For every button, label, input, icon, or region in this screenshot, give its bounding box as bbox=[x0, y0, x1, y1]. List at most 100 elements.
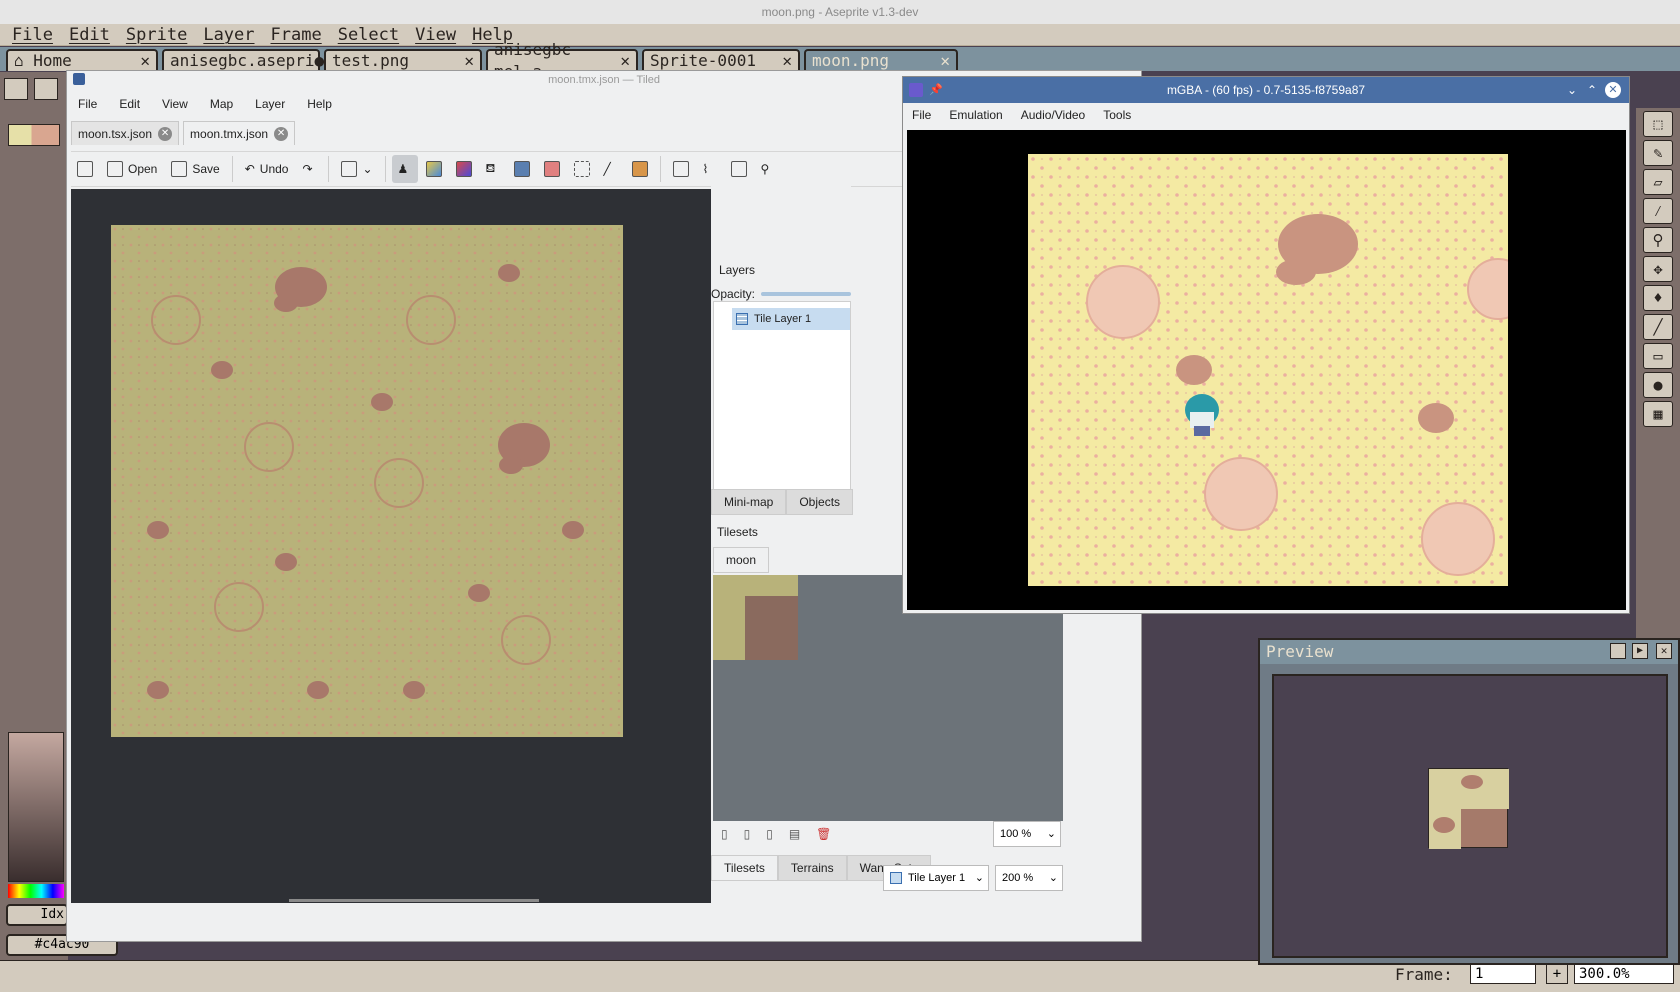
close-icon[interactable]: ✕ bbox=[464, 50, 474, 72]
select-same-tile-tool[interactable] bbox=[626, 155, 654, 183]
pin-icon[interactable]: 📌 bbox=[929, 77, 943, 103]
close-icon[interactable]: ✕ bbox=[1656, 643, 1672, 659]
tileset-image[interactable] bbox=[713, 575, 798, 660]
close-icon[interactable]: ✕ bbox=[940, 50, 950, 72]
close-icon[interactable]: ✕ bbox=[158, 126, 173, 141]
modified-dot-icon[interactable]: ● bbox=[315, 50, 325, 72]
palette-swatches[interactable] bbox=[8, 124, 60, 146]
eyedropper-tool-icon[interactable]: ⁄ bbox=[1643, 198, 1673, 224]
tab-minimap[interactable]: Mini-map bbox=[711, 489, 787, 515]
open-button[interactable]: Open bbox=[101, 155, 163, 183]
close-icon[interactable]: ✕ bbox=[620, 50, 630, 72]
pencil-tool-icon[interactable]: ✎ bbox=[1643, 140, 1673, 166]
tab-moon-tsx[interactable]: moon.tsx.json ✕ bbox=[71, 121, 180, 145]
rectangle-tool-icon[interactable]: ▭ bbox=[1643, 343, 1673, 369]
game-display[interactable] bbox=[1028, 154, 1508, 586]
color-picker[interactable] bbox=[8, 732, 64, 882]
fill-tool-icon[interactable]: ♦ bbox=[1643, 285, 1673, 311]
tileset-zoom-select[interactable]: 100 % ⌄ bbox=[993, 821, 1061, 847]
menu-audio-video[interactable]: Audio/Video bbox=[1012, 103, 1095, 127]
menu-map[interactable]: Map bbox=[199, 93, 244, 115]
new-button[interactable] bbox=[71, 155, 99, 183]
close-icon[interactable]: ✕ bbox=[782, 50, 792, 72]
tab-anisegbc-mel[interactable]: anisegbc-mel.a✕ bbox=[486, 40, 638, 81]
add-frame-button[interactable]: + bbox=[1546, 964, 1568, 984]
layer-row[interactable]: Tile Layer 1 bbox=[732, 308, 850, 330]
export-tileset-icon[interactable]: ▯ bbox=[766, 827, 773, 841]
tab-moon[interactable]: moon.png ✕ bbox=[804, 49, 958, 71]
insert-rectangle-tool[interactable] bbox=[725, 155, 753, 183]
menu-layer[interactable]: Layer bbox=[244, 93, 296, 115]
close-icon[interactable]: ✕ bbox=[140, 50, 150, 72]
menu-layer[interactable]: Layer bbox=[195, 24, 262, 45]
menu-edit[interactable]: Edit bbox=[61, 24, 118, 45]
blur-tool-icon[interactable]: ▦ bbox=[1643, 401, 1673, 427]
close-icon[interactable]: ✕ bbox=[1605, 82, 1621, 98]
insert-point-tool[interactable]: ⚲ bbox=[755, 155, 781, 183]
menu-file[interactable]: File bbox=[4, 24, 61, 45]
wang-brush-tool[interactable] bbox=[450, 155, 478, 183]
menu-emulation[interactable]: Emulation bbox=[940, 103, 1011, 127]
stamp-brush-tool[interactable]: ♟ bbox=[391, 155, 418, 183]
current-layer-select[interactable]: Tile Layer 1 ⌄ bbox=[883, 865, 989, 891]
minimize-icon[interactable]: ⌄ bbox=[1567, 77, 1577, 103]
lock-icon[interactable] bbox=[4, 78, 28, 100]
menu-select[interactable]: Select bbox=[330, 24, 407, 45]
embed-tileset-icon[interactable]: ▯ bbox=[744, 827, 751, 841]
menu-edit[interactable]: Edit bbox=[108, 93, 151, 115]
opacity-slider[interactable] bbox=[761, 292, 851, 296]
close-icon[interactable]: ✕ bbox=[274, 126, 289, 141]
menu-tools[interactable]: Tools bbox=[1094, 103, 1140, 127]
contour-tool-icon[interactable]: ● bbox=[1643, 372, 1673, 398]
move-tool-icon[interactable]: ✥ bbox=[1643, 256, 1673, 282]
tab-sprite-0001[interactable]: Sprite-0001 ✕ bbox=[642, 49, 800, 71]
shape-fill-tool[interactable] bbox=[508, 155, 536, 183]
tileset-properties-icon[interactable]: ▤ bbox=[789, 827, 800, 841]
map-zoom-select[interactable]: 200 % ⌄ bbox=[995, 865, 1063, 891]
terrain-brush-tool[interactable] bbox=[420, 155, 448, 183]
tab-test[interactable]: test.png ✕ bbox=[324, 49, 482, 71]
hue-slider[interactable] bbox=[8, 884, 64, 898]
redo-button[interactable]: ↷ bbox=[296, 155, 322, 183]
tab-anisegbc[interactable]: anisegbc.asepri ● bbox=[162, 49, 324, 71]
emulator-screen[interactable] bbox=[907, 130, 1626, 610]
frame-input[interactable]: 1 bbox=[1470, 964, 1536, 984]
undo-button[interactable]: ↶ Undo bbox=[239, 155, 295, 183]
download-icon[interactable] bbox=[34, 78, 58, 100]
edit-polygons-tool[interactable]: ⌇ bbox=[697, 155, 723, 183]
save-button[interactable]: Save bbox=[165, 155, 225, 183]
magic-wand-tool[interactable]: ╱ bbox=[598, 155, 624, 183]
zoom-field[interactable]: 300.0% bbox=[1574, 964, 1674, 984]
menu-frame[interactable]: Frame bbox=[263, 24, 330, 45]
tab-tilesets[interactable]: Tilesets bbox=[711, 855, 778, 881]
menu-file[interactable]: File bbox=[903, 103, 940, 127]
select-objects-tool[interactable] bbox=[667, 155, 695, 183]
tab-moon-tileset[interactable]: moon bbox=[713, 547, 770, 573]
tile-map-canvas[interactable] bbox=[111, 225, 623, 737]
delete-tileset-icon[interactable]: 🗑 bbox=[816, 827, 831, 841]
fullscreen-icon[interactable] bbox=[1610, 643, 1626, 659]
chevron-down-icon: ⌄ bbox=[362, 162, 373, 176]
menu-view[interactable]: View bbox=[407, 24, 464, 45]
menu-file[interactable]: File bbox=[67, 93, 108, 115]
horizontal-scrollbar[interactable] bbox=[289, 899, 539, 902]
map-viewport[interactable] bbox=[71, 189, 730, 903]
zoom-tool-icon[interactable]: ⚲ bbox=[1643, 227, 1673, 253]
eraser-tool[interactable] bbox=[538, 155, 566, 183]
menu-help[interactable]: Help bbox=[296, 93, 343, 115]
tab-objects[interactable]: Objects bbox=[786, 489, 854, 515]
rectangular-select-tool[interactable] bbox=[568, 155, 596, 183]
view-options-button[interactable]: ⌄ bbox=[335, 155, 378, 183]
eraser-tool-icon[interactable]: ▱ bbox=[1643, 169, 1673, 195]
menu-view[interactable]: View bbox=[151, 93, 199, 115]
play-icon[interactable]: ▶ bbox=[1632, 643, 1648, 659]
tab-terrains[interactable]: Terrains bbox=[777, 855, 847, 881]
line-tool-icon[interactable]: ╱ bbox=[1643, 314, 1673, 340]
tab-home[interactable]: ⌂ Home ✕ bbox=[6, 49, 158, 71]
menu-sprite[interactable]: Sprite bbox=[118, 24, 195, 45]
marquee-tool-icon[interactable]: ⬚ bbox=[1643, 111, 1673, 137]
new-tileset-icon[interactable]: ▯ bbox=[721, 827, 728, 841]
bucket-fill-tool[interactable]: ⛾ bbox=[480, 155, 506, 183]
tab-moon-tmx[interactable]: moon.tmx.json ✕ bbox=[183, 121, 296, 145]
maximize-icon[interactable]: ⌃ bbox=[1587, 77, 1597, 103]
